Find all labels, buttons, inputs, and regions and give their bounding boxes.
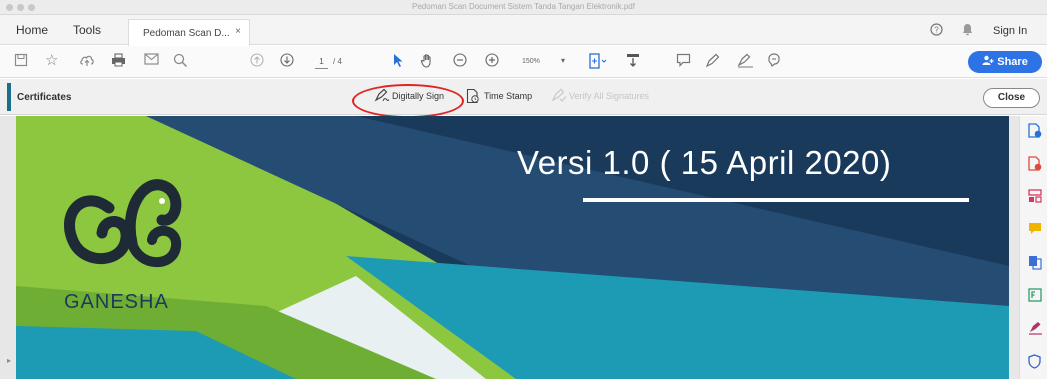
bell-icon[interactable] xyxy=(962,23,973,39)
tab-bar: Home Tools Pedoman Scan D... × ? Sign In xyxy=(0,15,1047,46)
search-icon[interactable] xyxy=(173,53,188,72)
combine-files-icon[interactable] xyxy=(1028,255,1042,272)
edit-pdf-icon[interactable] xyxy=(1028,288,1042,304)
document-tab-label: Pedoman Scan D... xyxy=(143,28,230,39)
save-icon[interactable] xyxy=(14,53,28,71)
zoom-out-icon[interactable] xyxy=(453,53,467,71)
bookmark-star-icon[interactable]: ☆ xyxy=(45,53,58,69)
certificates-accent-bar xyxy=(7,83,11,111)
certificates-bar: Certificates Digitally Sign Time Stamp V… xyxy=(0,79,1047,115)
window-title: Pedoman Scan Document Sistem Tanda Tanga… xyxy=(412,2,635,11)
organize-pages-icon[interactable] xyxy=(1028,189,1042,205)
zoom-in-icon[interactable] xyxy=(485,53,499,71)
tools-tab[interactable]: Tools xyxy=(73,23,101,37)
close-button[interactable]: Close xyxy=(983,88,1040,108)
page-number-input[interactable]: 1 xyxy=(315,57,328,69)
share-label: Share xyxy=(997,56,1028,68)
email-icon[interactable] xyxy=(144,53,159,69)
fit-page-icon[interactable] xyxy=(589,53,607,73)
ganesha-logo-icon xyxy=(64,179,182,268)
left-panel-toggle-icon[interactable]: ▸ xyxy=(7,356,11,365)
create-pdf-icon[interactable] xyxy=(1028,156,1042,173)
comment-tool-icon[interactable] xyxy=(1028,222,1042,238)
document-tab[interactable]: Pedoman Scan D... × xyxy=(128,19,250,46)
stamp-icon[interactable] xyxy=(766,53,782,72)
sign-in-link[interactable]: Sign In xyxy=(993,25,1027,37)
scroll-mode-icon[interactable] xyxy=(626,53,640,72)
brand-name: GANESHA xyxy=(64,291,169,313)
page-up-icon[interactable] xyxy=(250,53,264,71)
select-cursor-icon[interactable] xyxy=(392,53,404,72)
protect-icon[interactable] xyxy=(1028,354,1041,371)
comment-icon[interactable] xyxy=(676,53,691,71)
export-pdf-icon[interactable] xyxy=(1028,123,1042,140)
slide-title-underline xyxy=(583,198,969,202)
home-tab[interactable]: Home xyxy=(16,23,48,37)
fill-sign-icon[interactable] xyxy=(1028,321,1043,337)
certificates-title: Certificates xyxy=(17,92,72,103)
hand-icon[interactable] xyxy=(420,53,435,72)
time-stamp-button[interactable]: Time Stamp xyxy=(484,91,532,101)
verify-all-signatures-button: Verify All Signatures xyxy=(569,91,650,101)
help-icon[interactable]: ? xyxy=(930,23,943,39)
time-stamp-icon[interactable] xyxy=(466,88,480,107)
upload-icon[interactable] xyxy=(79,53,95,71)
print-icon[interactable] xyxy=(111,53,126,71)
svg-text:?: ? xyxy=(934,26,939,35)
right-tools-pane xyxy=(1019,116,1047,379)
verify-signatures-icon xyxy=(551,88,567,106)
slide-title: Versi 1.0 ( 15 April 2020) xyxy=(517,144,892,181)
window-titlebar: Pedoman Scan Document Sistem Tanda Tanga… xyxy=(0,0,1047,15)
zoom-value[interactable]: 150% xyxy=(522,58,540,65)
page-down-icon[interactable] xyxy=(280,53,294,71)
digitally-sign-highlight-circle xyxy=(352,84,464,118)
share-user-icon xyxy=(982,55,997,68)
document-tab-close-icon[interactable]: × xyxy=(235,26,241,37)
main-toolbar: ☆ 1 / 4 150% ▾ Share xyxy=(0,46,1047,78)
page-total-label: / 4 xyxy=(333,57,342,66)
sign-icon[interactable] xyxy=(737,53,754,72)
share-button[interactable]: Share xyxy=(968,51,1042,73)
highlight-pen-icon[interactable] xyxy=(705,53,720,72)
zoom-dropdown-icon[interactable]: ▾ xyxy=(561,56,565,65)
